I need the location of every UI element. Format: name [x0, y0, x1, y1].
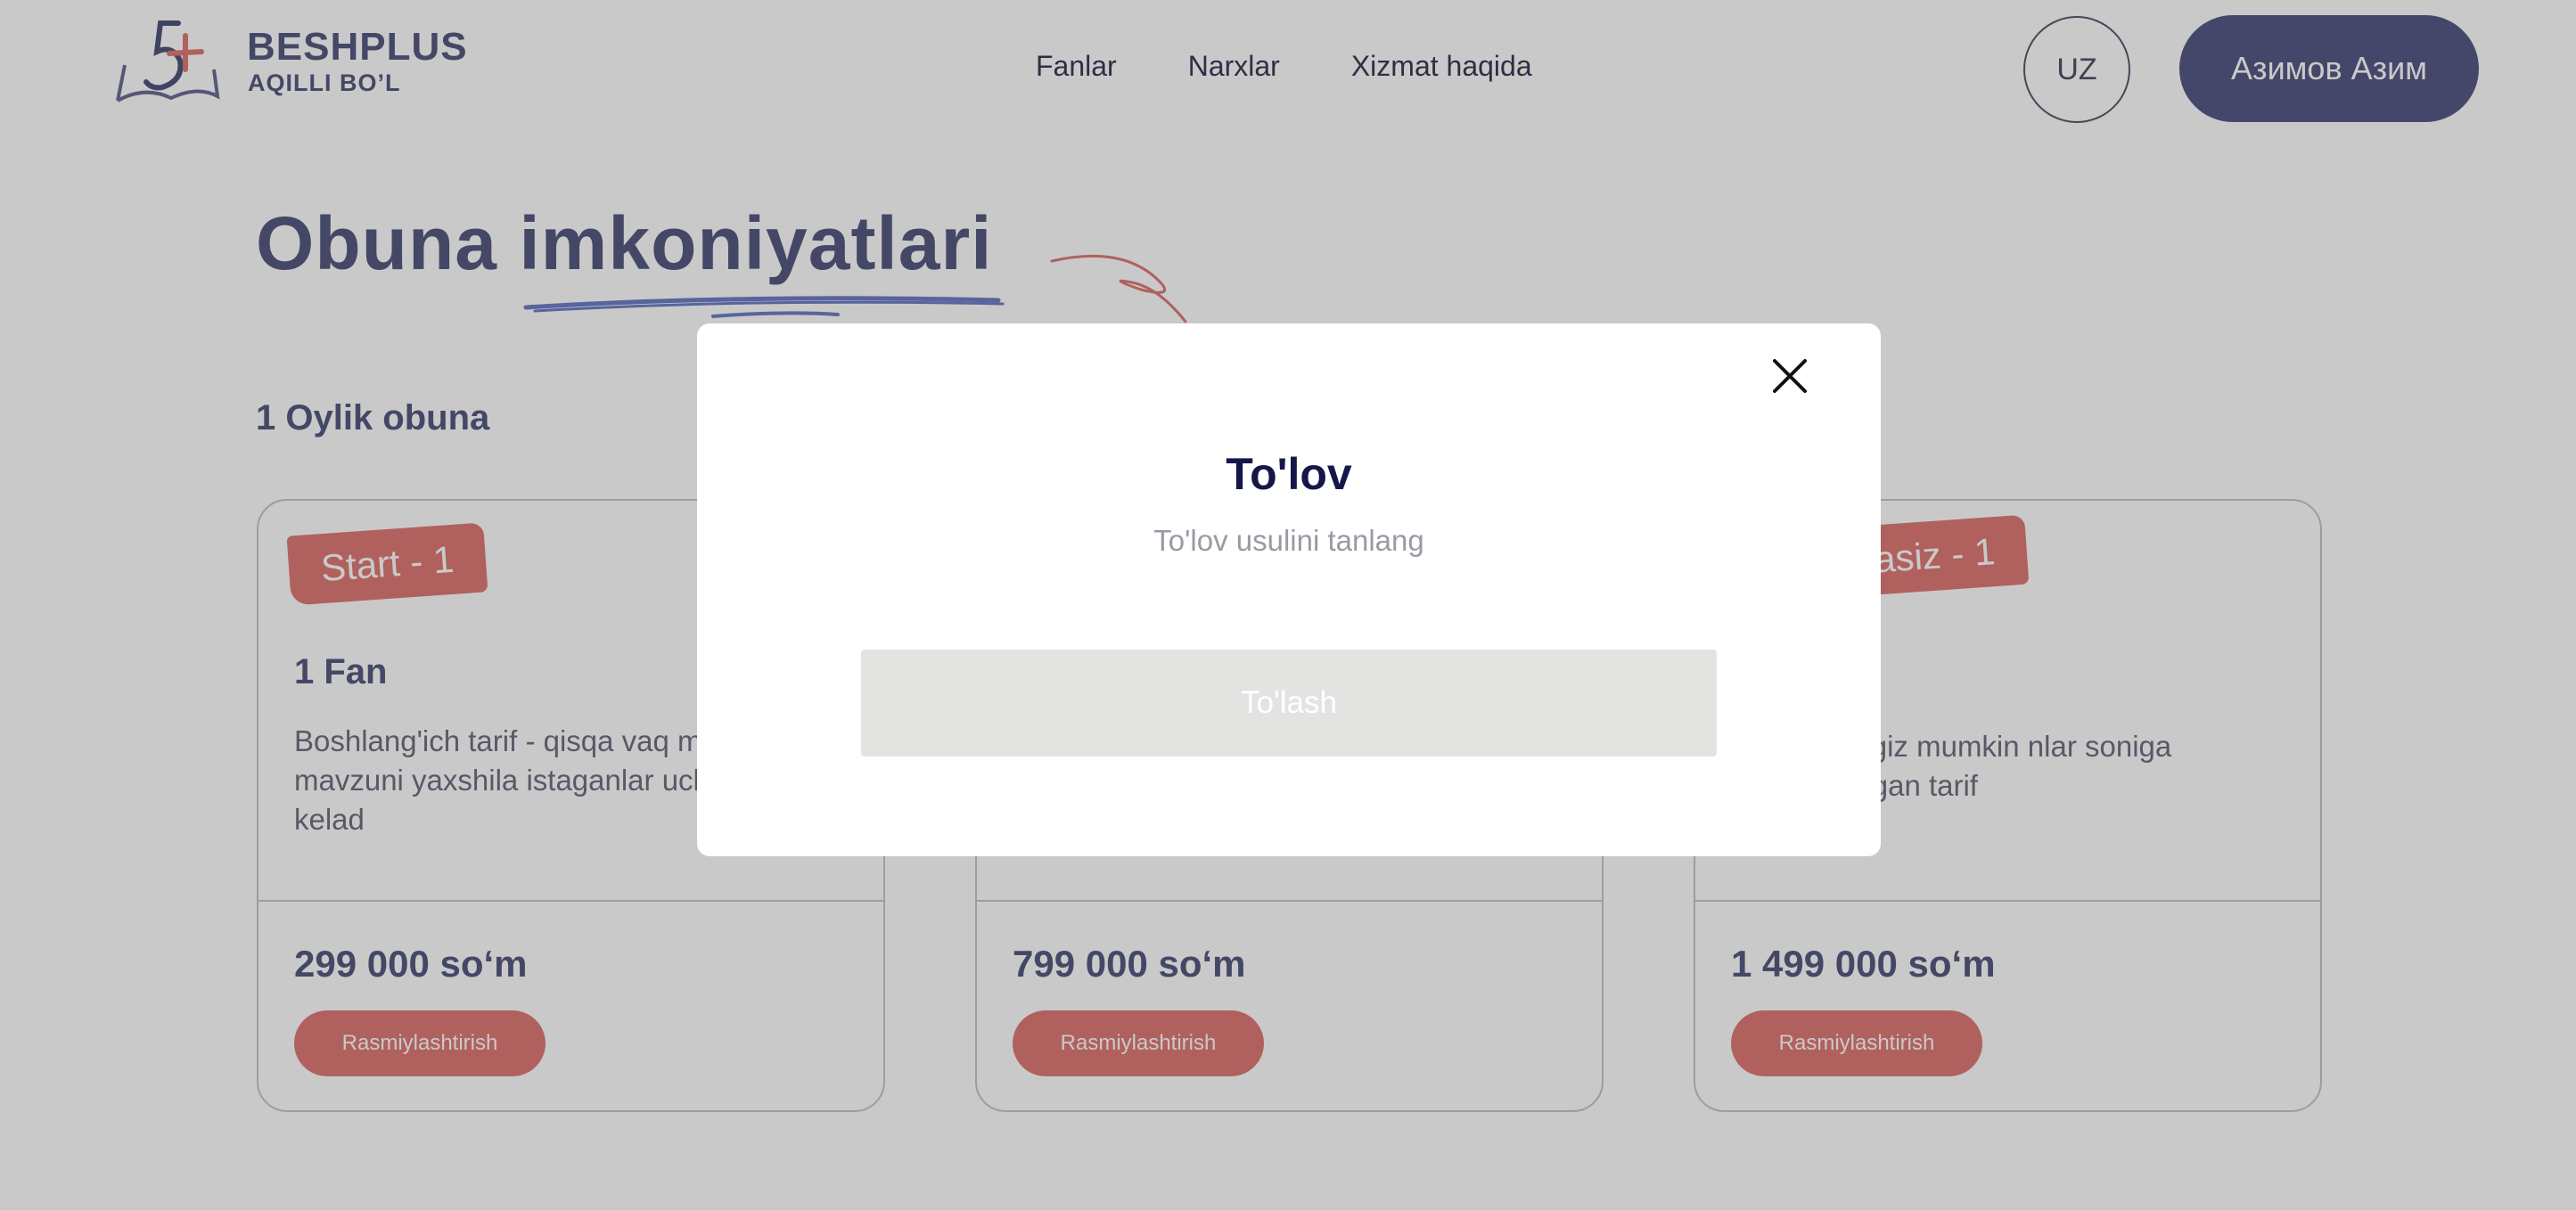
modal-title: To'lov — [1226, 449, 1352, 499]
modal-subtitle: To'lov usulini tanlang — [1153, 524, 1424, 557]
pay-button[interactable]: To'lash — [861, 650, 1717, 756]
close-icon[interactable] — [1771, 357, 1809, 395]
payment-modal: To'lov To'lov usulini tanlang To'lash — [697, 323, 1881, 856]
